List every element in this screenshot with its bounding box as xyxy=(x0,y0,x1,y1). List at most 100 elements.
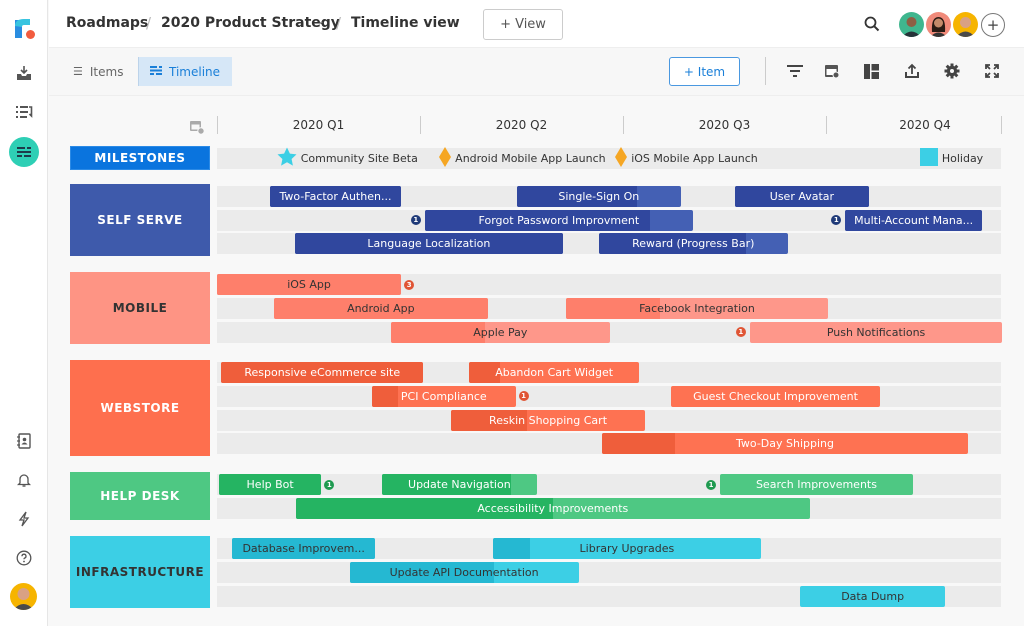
item-label: Accessibility Improvements xyxy=(477,502,628,515)
item-label: Two-Day Shipping xyxy=(736,437,834,450)
roadmap-item[interactable]: Reward (Progress Bar) xyxy=(599,233,788,254)
item-label: User Avatar xyxy=(770,190,834,203)
roadmap-item[interactable]: Facebook Integration xyxy=(566,298,829,319)
dependency-badge[interactable]: 1 xyxy=(519,391,529,401)
breadcrumb-view[interactable]: Timeline view xyxy=(351,15,460,31)
item-label: Reward (Progress Bar) xyxy=(632,237,754,250)
progress-fill xyxy=(493,538,531,559)
app-logo[interactable] xyxy=(14,16,36,40)
collaborator-avatar[interactable] xyxy=(899,12,924,37)
quarter-label: 2020 Q4 xyxy=(899,118,950,132)
roadmap-item[interactable]: Guest Checkout Improvement xyxy=(671,386,881,407)
milestones-label: MILESTONES xyxy=(70,146,210,170)
lane-label-self-serve[interactable]: SELF SERVE xyxy=(70,184,210,256)
roadmap-item[interactable]: Single-Sign On xyxy=(517,186,681,207)
list-icon[interactable] xyxy=(9,97,39,127)
add-view-button[interactable]: + View xyxy=(483,9,563,40)
roadmap-item[interactable]: Multi-Account Mana... xyxy=(845,210,982,231)
milestone-label: iOS Mobile App Launch xyxy=(631,152,758,165)
tab-items[interactable]: ☰ Items xyxy=(61,57,137,86)
roadmap-item[interactable]: Update Navigation xyxy=(382,474,538,495)
add-collaborator-button[interactable]: + xyxy=(981,13,1005,37)
roadmap-item[interactable]: Library Upgrades xyxy=(493,538,762,559)
notifications-icon[interactable] xyxy=(9,465,39,495)
dependency-badge[interactable]: 1 xyxy=(324,480,334,490)
lightning-icon[interactable] xyxy=(9,504,39,534)
dependency-badge[interactable]: 1 xyxy=(706,480,716,490)
roadmap-item[interactable]: Android App xyxy=(274,298,488,319)
layout-icon[interactable] xyxy=(862,62,880,80)
item-label: Forgot Password Improvment xyxy=(479,214,640,227)
quarter-divider xyxy=(826,116,827,134)
item-label: Abandon Cart Widget xyxy=(495,366,613,379)
item-label: Multi-Account Mana... xyxy=(854,214,973,227)
collaborator-avatar[interactable] xyxy=(926,12,951,37)
roadmap-item[interactable]: Abandon Cart Widget xyxy=(469,362,640,383)
dependency-badge[interactable]: 1 xyxy=(411,215,421,225)
chevron-down-icon[interactable]: ⌄ xyxy=(317,16,325,27)
tab-timeline[interactable]: Timeline xyxy=(138,57,232,86)
roadmap-item[interactable]: Push Notifications xyxy=(750,322,1003,343)
roadmap-item[interactable]: PCI Compliance xyxy=(372,386,516,407)
holiday-square-icon xyxy=(920,148,938,169)
search-icon[interactable] xyxy=(863,15,881,33)
left-sidebar xyxy=(0,0,48,626)
export-icon[interactable] xyxy=(903,62,921,80)
lane-label-mobile[interactable]: MOBILE xyxy=(70,272,210,344)
roadmap-item[interactable]: Update API Documentation xyxy=(350,562,579,583)
lane-label-help-desk[interactable]: HELP DESK xyxy=(70,472,210,520)
roadmap-item[interactable]: Database Improvem... xyxy=(232,538,376,559)
roadmap-item[interactable]: Accessibility Improvements xyxy=(296,498,811,519)
breadcrumb-roadmaps[interactable]: Roadmaps xyxy=(66,15,148,31)
milestone[interactable]: Android Mobile App Launch xyxy=(439,149,605,167)
item-label: Library Upgrades xyxy=(580,542,675,555)
user-avatar[interactable] xyxy=(10,583,37,610)
item-label: Two-Factor Authen... xyxy=(279,190,391,203)
star-icon xyxy=(277,147,297,169)
lane-label-infrastructure[interactable]: INFRASTRUCTURE xyxy=(70,536,210,608)
breadcrumb-roadmap[interactable]: 2020 Product Strategy xyxy=(161,15,340,31)
roadmap-item[interactable]: Search Improvements xyxy=(720,474,913,495)
roadmap-item[interactable]: Reskin Shopping Cart xyxy=(451,410,645,431)
milestone[interactable]: Community Site Beta xyxy=(277,149,418,167)
roadmap-item[interactable]: User Avatar xyxy=(735,186,869,207)
lane-label-webstore[interactable]: WEBSTORE xyxy=(70,360,210,456)
filter-icon[interactable] xyxy=(786,62,804,80)
quarter-divider xyxy=(420,116,421,134)
roadmap-item[interactable]: Help Bot xyxy=(219,474,321,495)
roadmap-item[interactable]: Data Dump xyxy=(800,586,946,607)
calendar-settings-icon[interactable] xyxy=(189,119,205,135)
roadmap-item[interactable]: Apple Pay xyxy=(391,322,610,343)
milestone[interactable]: Holiday xyxy=(920,149,983,167)
chevron-down-icon[interactable]: ⌄ xyxy=(451,16,459,27)
roadmap-item[interactable]: Two-Factor Authen... xyxy=(270,186,401,207)
settings-icon[interactable] xyxy=(943,62,961,80)
tab-timeline-label: Timeline xyxy=(169,65,220,79)
roadmap-item[interactable]: Responsive eCommerce site xyxy=(221,362,423,383)
contacts-icon[interactable] xyxy=(9,426,39,456)
roadmap-item[interactable]: iOS App xyxy=(217,274,401,295)
quarter-divider xyxy=(1001,116,1002,134)
help-icon[interactable] xyxy=(9,543,39,573)
roadmap-item[interactable]: Language Localization xyxy=(295,233,563,254)
timeline-icon[interactable] xyxy=(9,137,39,167)
import-icon[interactable] xyxy=(9,58,39,88)
milestone[interactable]: iOS Mobile App Launch xyxy=(615,149,758,167)
milestone-label: Holiday xyxy=(942,152,983,165)
tab-items-label: Items xyxy=(90,65,124,79)
item-label: PCI Compliance xyxy=(401,390,487,403)
item-label: Facebook Integration xyxy=(639,302,755,315)
collaborator-avatar[interactable] xyxy=(953,12,978,37)
add-item-button[interactable]: + Item xyxy=(669,57,740,86)
progress-fill xyxy=(391,322,485,343)
breadcrumb-separator: / xyxy=(146,14,151,32)
date-settings-icon[interactable] xyxy=(823,62,841,80)
quarter-label: 2020 Q3 xyxy=(699,118,750,132)
dependency-badge[interactable]: 1 xyxy=(736,327,746,337)
dependency-badge[interactable]: 3 xyxy=(404,280,414,290)
lane-row xyxy=(217,562,1001,583)
item-label: Responsive eCommerce site xyxy=(244,366,400,379)
roadmap-item[interactable]: Two-Day Shipping xyxy=(602,433,969,454)
roadmap-item[interactable]: Forgot Password Improvment xyxy=(425,210,693,231)
fullscreen-icon[interactable] xyxy=(983,62,1001,80)
